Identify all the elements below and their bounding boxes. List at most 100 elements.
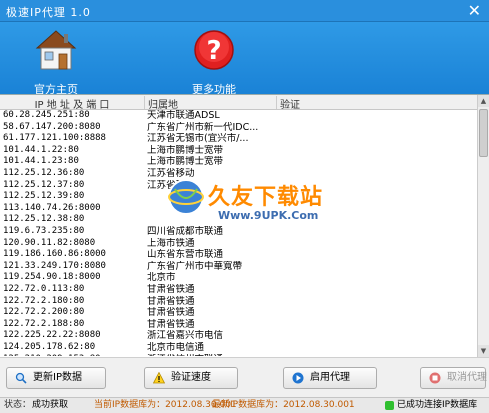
svg-text:?: ?	[206, 36, 221, 66]
warning-icon	[153, 372, 165, 384]
ip-cell: 119.6.73.235:80	[3, 226, 85, 236]
table-row[interactable]: 119.254.90.18:8000 北京市	[0, 272, 477, 284]
ip-cell: 120.90.11.82:8080	[3, 237, 96, 248]
ip-cell: 122.72.0.113:80	[3, 284, 85, 294]
toolbar: 官方主页 ? 更多功能	[0, 22, 489, 97]
scroll-down-icon[interactable]: ▼	[478, 345, 489, 357]
column-header-verify[interactable]: 验证	[277, 96, 477, 111]
status-label: 状态：	[4, 400, 32, 410]
ip-cell: 60.28.245.251:80	[3, 110, 90, 120]
table-row[interactable]: 122.72.2.188:80 甘肃省铁通	[0, 319, 477, 331]
table-row[interactable]: 119.186.160.86:8000 山东省东营市联通	[0, 249, 477, 261]
location-cell: 北京市电信通	[147, 342, 205, 353]
ip-cell: 112.25.12.38:80	[3, 214, 85, 225]
location-cell: 甘肃省铁通	[147, 318, 195, 330]
location-cell: 上海市鹏博士宽带	[147, 156, 224, 168]
location-cell: 广东省广州市中華寬帶	[147, 260, 243, 272]
table-row[interactable]: 122.72.0.113:80 甘肃省铁通	[0, 284, 477, 296]
ip-cell: 119.186.160.86:8000	[3, 249, 106, 260]
connection-status: 已成功连接IP数据库	[397, 400, 478, 410]
location-cell: 甘肃省铁通	[147, 307, 195, 319]
question-icon: ?	[194, 30, 234, 70]
ip-cell: 113.140.74.26:8000	[3, 202, 101, 213]
stop-icon	[429, 372, 441, 384]
column-header-location[interactable]: 归属地	[145, 96, 277, 111]
ip-cell: 119.254.90.18:8000	[3, 272, 101, 283]
location-cell: 浙江省杭州市联通	[147, 354, 275, 356]
status-bar: 状态： 成功获取 当前IP数据库为：2012.08.30.001 最新IP数据库…	[0, 397, 489, 413]
latest-db-version: 最新IP数据库为：2012.08.30.001	[212, 400, 355, 410]
table-row[interactable]: 112.25.12.37:80 江苏省移动	[0, 180, 477, 192]
table-row[interactable]: 112.25.12.39:80	[0, 191, 477, 203]
table-row[interactable]: 122.72.2.180:80 甘肃省铁通	[0, 296, 477, 308]
vertical-scrollbar[interactable]: ▲ ▼	[477, 95, 489, 357]
table-row[interactable]: 122.72.2.200:80 甘肃省铁通	[0, 307, 477, 319]
close-icon[interactable]: ✕	[468, 1, 481, 20]
ip-cell: 121.33.249.170:8080	[3, 260, 106, 271]
ip-cell: 122.225.22.22:8080	[3, 330, 101, 341]
location-cell: 四川省成都市联通	[147, 226, 224, 237]
button-bar: 更新IP数据 验证速度 启用代理 取消代理	[0, 357, 489, 397]
status-value: 成功获取	[32, 400, 69, 410]
location-cell: 浙江省嘉兴市电信	[147, 330, 224, 342]
location-cell: 山东省东营市联通	[147, 249, 224, 261]
table-row[interactable]: 121.33.249.170:8080 广东省广州市中華寬帶	[0, 261, 477, 273]
table-row[interactable]: 61.177.121.100:8888 江苏省无锡市(宜兴市/...	[0, 133, 477, 145]
cancel-proxy-button[interactable]: 取消代理	[420, 367, 487, 389]
location-cell: 江苏省移动	[147, 179, 195, 191]
search-icon	[15, 372, 27, 384]
table-row[interactable]: 60.28.245.251:80 天津市联通ADSL	[0, 110, 477, 122]
ip-cell: 122.72.2.180:80	[3, 295, 85, 306]
location-cell: 甘肃省铁通	[147, 295, 195, 307]
table-row[interactable]: 119.6.73.235:80 四川省成都市联通	[0, 226, 477, 238]
table-row[interactable]: 101.44.1.22:80 上海市鹏博士宽带	[0, 145, 477, 157]
verify-speed-button[interactable]: 验证速度	[144, 367, 238, 389]
location-cell: 江苏省无锡市(宜兴市/...	[147, 133, 249, 145]
table-row[interactable]: 58.67.147.200:8080 广东省广州市新一代IDC...	[0, 122, 477, 134]
refresh-ip-button[interactable]: 更新IP数据	[6, 367, 106, 389]
ip-cell: 61.177.121.100:8888	[3, 133, 106, 144]
scroll-thumb[interactable]	[479, 109, 488, 157]
location-cell: 广东省广州市新一代IDC...	[147, 121, 259, 133]
column-header-ip[interactable]: IP 地 址 及 端 口	[0, 96, 145, 111]
ip-cell: 112.25.12.37:80	[3, 179, 85, 190]
ip-cell: 125.210.209.153:80	[3, 354, 143, 356]
ip-cell: 112.25.12.39:80	[3, 191, 85, 202]
window-title: 极速IP代理 1.0	[6, 6, 91, 19]
location-cell: 上海市鹏博士宽带	[147, 144, 224, 156]
ip-cell: 101.44.1.23:80	[3, 156, 79, 167]
location-cell: 北京市	[147, 272, 176, 284]
table-row[interactable]: 124.205.178.62:80 北京市电信通	[0, 342, 477, 354]
title-bar: 极速IP代理 1.0 ✕	[0, 0, 489, 22]
table-row[interactable]: 120.90.11.82:8080 上海市铁通	[0, 238, 477, 250]
play-icon	[292, 372, 304, 384]
table-row[interactable]: 113.140.74.26:8000	[0, 203, 477, 215]
table-row[interactable]: 122.225.22.22:8080 浙江省嘉兴市电信	[0, 330, 477, 342]
ip-cell: 124.205.178.62:80	[3, 342, 96, 352]
more-features-button[interactable]: ? 更多功能	[169, 28, 259, 97]
table-header: IP 地 址 及 端 口 归属地 验证	[0, 95, 477, 111]
table-row[interactable]: 112.25.12.36:80 江苏省移动	[0, 168, 477, 180]
home-button[interactable]: 官方主页	[11, 28, 101, 97]
proxy-table: IP 地 址 及 端 口 归属地 验证 60.28.245.251:80 天津市联…	[0, 94, 489, 357]
table-row[interactable]: 125.210.209.153:80 浙江省杭州市联通	[0, 354, 477, 356]
ip-cell: 58.67.147.200:8080	[3, 121, 101, 132]
cancel-proxy-label: 取消代理	[447, 372, 487, 383]
ip-cell: 112.25.12.36:80	[3, 168, 85, 178]
house-icon	[35, 30, 77, 70]
location-cell: 江苏省移动	[147, 168, 195, 179]
enable-proxy-label: 启用代理	[310, 372, 350, 383]
enable-proxy-button[interactable]: 启用代理	[283, 367, 377, 389]
refresh-ip-label: 更新IP数据	[33, 372, 82, 383]
location-cell: 上海市铁通	[147, 237, 195, 249]
ip-cell: 122.72.2.200:80	[3, 307, 85, 318]
scroll-up-icon[interactable]: ▲	[478, 95, 489, 107]
connected-icon	[385, 401, 394, 410]
verify-speed-label: 验证速度	[171, 372, 211, 383]
location-cell: 天津市联通ADSL	[147, 110, 220, 121]
table-body: 60.28.245.251:80 天津市联通ADSL 58.67.147.200:8…	[0, 110, 477, 356]
table-row[interactable]: 112.25.12.38:80	[0, 214, 477, 226]
ip-cell: 101.44.1.22:80	[3, 144, 79, 155]
table-row[interactable]: 101.44.1.23:80 上海市鹏博士宽带	[0, 156, 477, 168]
ip-cell: 122.72.2.188:80	[3, 318, 85, 329]
